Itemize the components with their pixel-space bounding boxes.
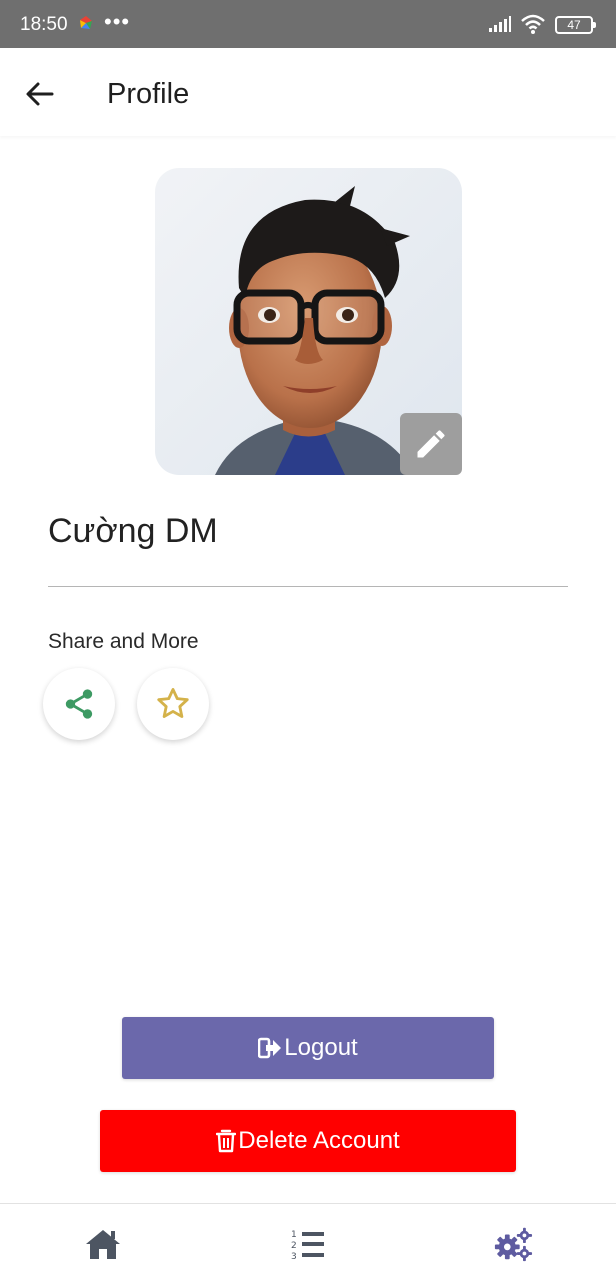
- share-icon: [65, 689, 93, 719]
- favorite-button[interactable]: [137, 668, 209, 740]
- delete-account-label: Delete Account: [238, 1127, 400, 1154]
- app-notification-icon: [80, 16, 92, 29]
- status-bar: 18:50 ••• 47: [0, 0, 616, 48]
- more-notifications-icon: •••: [104, 9, 131, 34]
- app-bar: Profile: [0, 48, 616, 136]
- nav-list[interactable]: 1 2 3: [288, 1224, 328, 1264]
- bottom-navigation: 1 2 3: [0, 1203, 616, 1280]
- divider: [48, 586, 568, 587]
- share-section-label: Share and More: [48, 630, 199, 653]
- nav-settings[interactable]: [493, 1224, 533, 1264]
- page-title: Profile: [107, 78, 190, 110]
- edit-avatar-button[interactable]: [400, 413, 462, 475]
- trash-icon: [216, 1129, 237, 1153]
- nav-home[interactable]: [83, 1224, 123, 1264]
- pencil-icon: [417, 430, 445, 458]
- user-name: Cường DM: [48, 512, 218, 550]
- delete-account-button[interactable]: Delete Account: [100, 1110, 516, 1172]
- sign-out-icon: [258, 1037, 282, 1059]
- svg-text:1: 1: [291, 1230, 297, 1240]
- svg-text:3: 3: [291, 1252, 297, 1260]
- logout-label: Logout: [284, 1034, 358, 1061]
- numbered-list-icon: 1 2 3: [291, 1230, 324, 1260]
- battery-level: 47: [567, 18, 581, 32]
- back-arrow-icon[interactable]: [22, 76, 58, 112]
- status-time: 18:50: [20, 14, 68, 35]
- home-icon: [86, 1230, 120, 1259]
- signal-icon: [489, 16, 511, 32]
- star-outline-icon: [157, 688, 189, 718]
- wifi-icon: [521, 14, 545, 34]
- battery-icon: 47: [555, 16, 596, 34]
- settings-gears-icon: [494, 1227, 533, 1262]
- share-button[interactable]: [43, 668, 115, 740]
- logout-button[interactable]: Logout: [122, 1017, 494, 1079]
- svg-text:2: 2: [291, 1241, 297, 1251]
